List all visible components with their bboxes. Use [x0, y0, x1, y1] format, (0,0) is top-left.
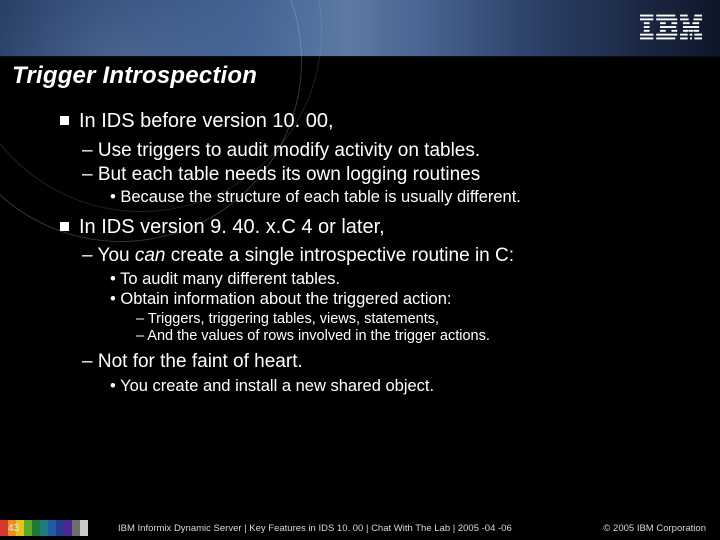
- footer-chip: [80, 520, 88, 536]
- slide-number: 43: [8, 523, 19, 534]
- section-2: In IDS version 9. 40. x.C 4 or later, Yo…: [60, 216, 690, 397]
- s2-l2-1-em: can: [135, 245, 166, 266]
- s2-l4-item-2: And the values of rows involved in the t…: [136, 328, 690, 345]
- s2-l2-2-text-wrap: Not for the faint of heart.: [82, 351, 303, 372]
- footer-chip: [24, 520, 32, 536]
- s2-l2-item-1: You can create a single introspective ro…: [82, 245, 690, 345]
- section-1: In IDS before version 10. 00, Use trigge…: [60, 110, 690, 208]
- s1-l2-1-text: Use triggers to audit modify activity on…: [98, 140, 480, 161]
- ibm-logo: [640, 14, 702, 40]
- s2-l3-item-3: You create and install a new shared obje…: [110, 377, 690, 396]
- footer-right-text: © 2005 IBM Corporation: [603, 523, 706, 534]
- s2-l3-item-1: To audit many different tables.: [110, 270, 690, 289]
- footer-chip: [32, 520, 40, 536]
- s2-l3-3-text: You create and install a new shared obje…: [120, 377, 434, 395]
- s2-l4-1-text: Triggers, triggering tables, views, stat…: [148, 311, 439, 327]
- bullet-square-icon: [60, 116, 69, 125]
- s1-l2-2-text-wrap: But each table needs its own logging rou…: [82, 164, 480, 185]
- footer-chip: [72, 520, 80, 536]
- s2-l2-1-post: create a single introspective routine in…: [166, 245, 515, 266]
- s2-l4-2-text: And the values of rows involved in the t…: [147, 328, 490, 344]
- s2-l3-2-text-wrap: Obtain information about the triggered a…: [110, 290, 452, 308]
- s1-l3-1-text: Because the structure of each table is u…: [120, 188, 521, 206]
- bullet-square-icon: [60, 222, 69, 231]
- section-1-head-text: In IDS before version 10. 00,: [79, 110, 334, 132]
- s2-l3-item-2: Obtain information about the triggered a…: [110, 290, 690, 345]
- s2-l3-2-text: Obtain information about the triggered a…: [120, 290, 451, 308]
- s2-l2-1-pre: You: [98, 245, 135, 266]
- s1-l2-2-text: But each table needs its own logging rou…: [98, 164, 480, 185]
- s2-l2-1-text-wrap: You can create a single introspective ro…: [82, 245, 514, 266]
- footer-chip: [64, 520, 72, 536]
- footer-chip: [48, 520, 56, 536]
- header-banner: [0, 0, 720, 57]
- s2-l2-2-text: Not for the faint of heart.: [98, 351, 303, 372]
- slide-body: In IDS before version 10. 00, Use trigge…: [60, 110, 690, 508]
- slide-title: Trigger Introspection: [12, 62, 257, 90]
- s2-l3-1-text: To audit many different tables.: [120, 270, 340, 288]
- s1-l2-item-1: Use triggers to audit modify activity on…: [82, 140, 690, 162]
- section-1-heading: In IDS before version 10. 00,: [60, 110, 690, 134]
- footer: 43 IBM Informix Dynamic Server | Key Fea…: [0, 516, 720, 540]
- section-2-head-text: In IDS version 9. 40. x.C 4 or later,: [79, 216, 385, 238]
- footer-chip: [56, 520, 64, 536]
- s1-l2-item-2: But each table needs its own logging rou…: [82, 164, 690, 208]
- footer-left-text: IBM Informix Dynamic Server | Key Featur…: [118, 523, 512, 534]
- s1-l3-item-1: Because the structure of each table is u…: [110, 188, 690, 207]
- footer-chip: [40, 520, 48, 536]
- s2-l2-item-2: Not for the faint of heart. You create a…: [82, 351, 690, 397]
- section-2-heading: In IDS version 9. 40. x.C 4 or later,: [60, 216, 690, 240]
- footer-chip: [0, 520, 8, 536]
- s2-l4-item-1: Triggers, triggering tables, views, stat…: [136, 311, 690, 328]
